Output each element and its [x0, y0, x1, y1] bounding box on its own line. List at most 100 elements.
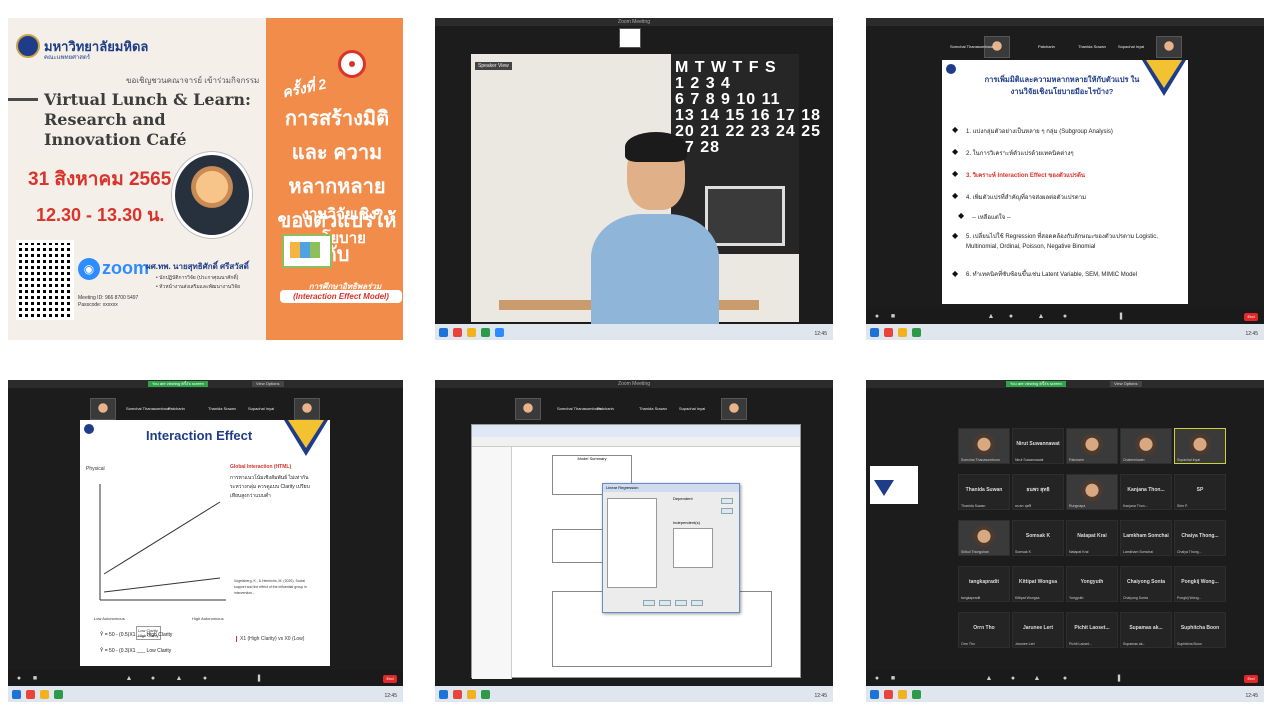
- view-options-button[interactable]: View Options: [1110, 381, 1142, 387]
- microphone-icon[interactable]: ●: [14, 674, 24, 684]
- participant-tile[interactable]: Patcharin: [1066, 428, 1118, 464]
- participant-tile[interactable]: Thanida Suwan Thanida Suwan: [958, 474, 1010, 510]
- app-icon[interactable]: [453, 690, 462, 699]
- video-icon[interactable]: ■: [30, 674, 40, 684]
- participant-tile[interactable]: Supachai Inyai: [1174, 428, 1226, 464]
- participant-thumb[interactable]: [1156, 36, 1182, 58]
- folder-icon[interactable]: [898, 690, 907, 699]
- participants-icon[interactable]: ●: [1006, 312, 1016, 322]
- participant-tile[interactable]: Chalermkwan: [1120, 428, 1172, 464]
- participant-tile[interactable]: Lamkham Somchai Lamkham Somchai: [1120, 520, 1172, 556]
- title-divider: [8, 98, 38, 101]
- participant-tile[interactable]: Suphitcha Boon Suphitcha Boon: [1174, 612, 1226, 648]
- windows-start-icon[interactable]: [439, 328, 448, 337]
- participant-tile[interactable]: Pongkij Wong... Pongkij Wong...: [1174, 566, 1226, 602]
- app-icon[interactable]: [884, 328, 893, 337]
- security-icon[interactable]: ▲: [986, 312, 996, 322]
- equation-note: X1 (High Clarity) vs X0 (Low): [236, 636, 304, 642]
- dialog-side-button[interactable]: [721, 508, 733, 514]
- share-screen-icon[interactable]: ▲: [174, 674, 184, 684]
- end-meeting-button[interactable]: End: [1244, 675, 1258, 683]
- app-icon[interactable]: [26, 690, 35, 699]
- participant-tile[interactable]: Jarunee Lert Jarunee Lert: [1012, 612, 1064, 648]
- end-meeting-button[interactable]: End: [1244, 313, 1258, 321]
- zoom-app-icon[interactable]: [495, 328, 504, 337]
- participant-tile[interactable]: Somsak K Somsak K: [1012, 520, 1064, 556]
- participant-tile[interactable]: Natapat Krai Natapat Krai: [1066, 520, 1118, 556]
- video-icon[interactable]: ■: [888, 674, 898, 684]
- view-options-button[interactable]: View Options: [252, 381, 284, 387]
- slide-heading: Interaction Effect: [146, 428, 253, 443]
- microphone-icon[interactable]: ●: [872, 674, 882, 684]
- share-screen-icon[interactable]: ▲: [1032, 674, 1042, 684]
- end-meeting-button[interactable]: End: [383, 675, 397, 683]
- spss-output-tree[interactable]: [472, 447, 512, 679]
- spss-toolbar[interactable]: [472, 437, 800, 447]
- pause-icon[interactable]: ❚: [1114, 674, 1124, 684]
- shared-screen-thumbnail[interactable]: [870, 466, 918, 504]
- record-icon[interactable]: ●: [1060, 674, 1070, 684]
- tile-participant-name: Jarunee Lert: [1015, 642, 1035, 646]
- record-icon[interactable]: ●: [200, 674, 210, 684]
- pause-icon[interactable]: ❚: [1116, 312, 1126, 322]
- participant-tile[interactable]: SP Sirin P.: [1174, 474, 1226, 510]
- reset-button[interactable]: [675, 600, 687, 606]
- browser-icon[interactable]: [481, 328, 490, 337]
- screen-share-banner: You are viewing ครั้ง's screen: [148, 381, 208, 387]
- participant-tile[interactable]: Rungnapa: [1066, 474, 1118, 510]
- participant-tile[interactable]: Sirikul Thongchan: [958, 520, 1010, 556]
- windows-start-icon[interactable]: [439, 690, 448, 699]
- independent-list[interactable]: [673, 528, 713, 568]
- browser-icon[interactable]: [912, 328, 921, 337]
- participant-tile[interactable]: Yongyuth Yongyuth: [1066, 566, 1118, 602]
- participant-thumb[interactable]: [90, 398, 116, 420]
- participant-tile[interactable]: Pichit Laoset... Pichit Laoset...: [1066, 612, 1118, 648]
- video-icon[interactable]: ■: [888, 312, 898, 322]
- folder-icon[interactable]: [467, 328, 476, 337]
- windows-start-icon[interactable]: [870, 690, 879, 699]
- participant-tile[interactable]: Nirut Suwannawat Nirut Suwannawat: [1012, 428, 1064, 464]
- windows-start-icon[interactable]: [870, 328, 879, 337]
- participant-thumb[interactable]: [515, 398, 541, 420]
- pause-icon[interactable]: ❚: [254, 674, 264, 684]
- participant-tile[interactable]: Kittipat Wongsa Kittipat Wongsa: [1012, 566, 1064, 602]
- microphone-icon[interactable]: ●: [872, 312, 882, 322]
- security-icon[interactable]: ▲: [984, 674, 994, 684]
- table-title: Model Summary: [577, 456, 607, 461]
- windows-start-icon[interactable]: [12, 690, 21, 699]
- participant-thumb[interactable]: [721, 398, 747, 420]
- participant-tile[interactable]: Supamas ak... Supamas ak...: [1120, 612, 1172, 648]
- app-icon[interactable]: [884, 690, 893, 699]
- participant-tile[interactable]: Somchai Thanasomboon: [958, 428, 1010, 464]
- shared-screen-thumbnail[interactable]: [619, 28, 641, 48]
- participant-tile[interactable]: Kanjana Thon... Kanjana Thon...: [1120, 474, 1172, 510]
- participant-tile[interactable]: ธนพร สุทธิ ธนพร สุทธิ: [1012, 474, 1064, 510]
- paste-button[interactable]: [659, 600, 671, 606]
- browser-icon[interactable]: [54, 690, 63, 699]
- variable-list[interactable]: [607, 498, 657, 588]
- participant-tile[interactable]: Orrn Tho Orrn Tho: [958, 612, 1010, 648]
- app-icon[interactable]: [453, 328, 462, 337]
- folder-icon[interactable]: [467, 690, 476, 699]
- folder-icon[interactable]: [40, 690, 49, 699]
- participant-tile[interactable]: Chaiya Thong... Chaiya Thong...: [1174, 520, 1226, 556]
- browser-icon[interactable]: [912, 690, 921, 699]
- dialog-side-button[interactable]: [721, 498, 733, 504]
- participant-thumb[interactable]: [294, 398, 320, 420]
- tile-label: Nirut Suwannawat: [1016, 441, 1060, 447]
- cancel-button[interactable]: [691, 600, 703, 606]
- regression-dialog[interactable]: Linear Regression Dependent Independent(…: [602, 483, 740, 613]
- participants-icon[interactable]: ●: [148, 674, 158, 684]
- security-icon[interactable]: ▲: [124, 674, 134, 684]
- equation-high: Ŷ = 50 - (0.5)X1 ___ High Clarity: [100, 632, 173, 638]
- participant-tile[interactable]: Chaiyong Sonta Chaiyong Sonta: [1120, 566, 1172, 602]
- browser-icon[interactable]: [481, 690, 490, 699]
- tile-label: Supamas ak...: [1129, 625, 1163, 631]
- record-icon[interactable]: ●: [1060, 312, 1070, 322]
- folder-icon[interactable]: [898, 328, 907, 337]
- share-screen-icon[interactable]: ▲: [1036, 312, 1046, 322]
- spss-menu-bar[interactable]: [472, 425, 800, 437]
- participant-tile[interactable]: tangkapradit tangkapradit: [958, 566, 1010, 602]
- ok-button[interactable]: [643, 600, 655, 606]
- participants-icon[interactable]: ●: [1008, 674, 1018, 684]
